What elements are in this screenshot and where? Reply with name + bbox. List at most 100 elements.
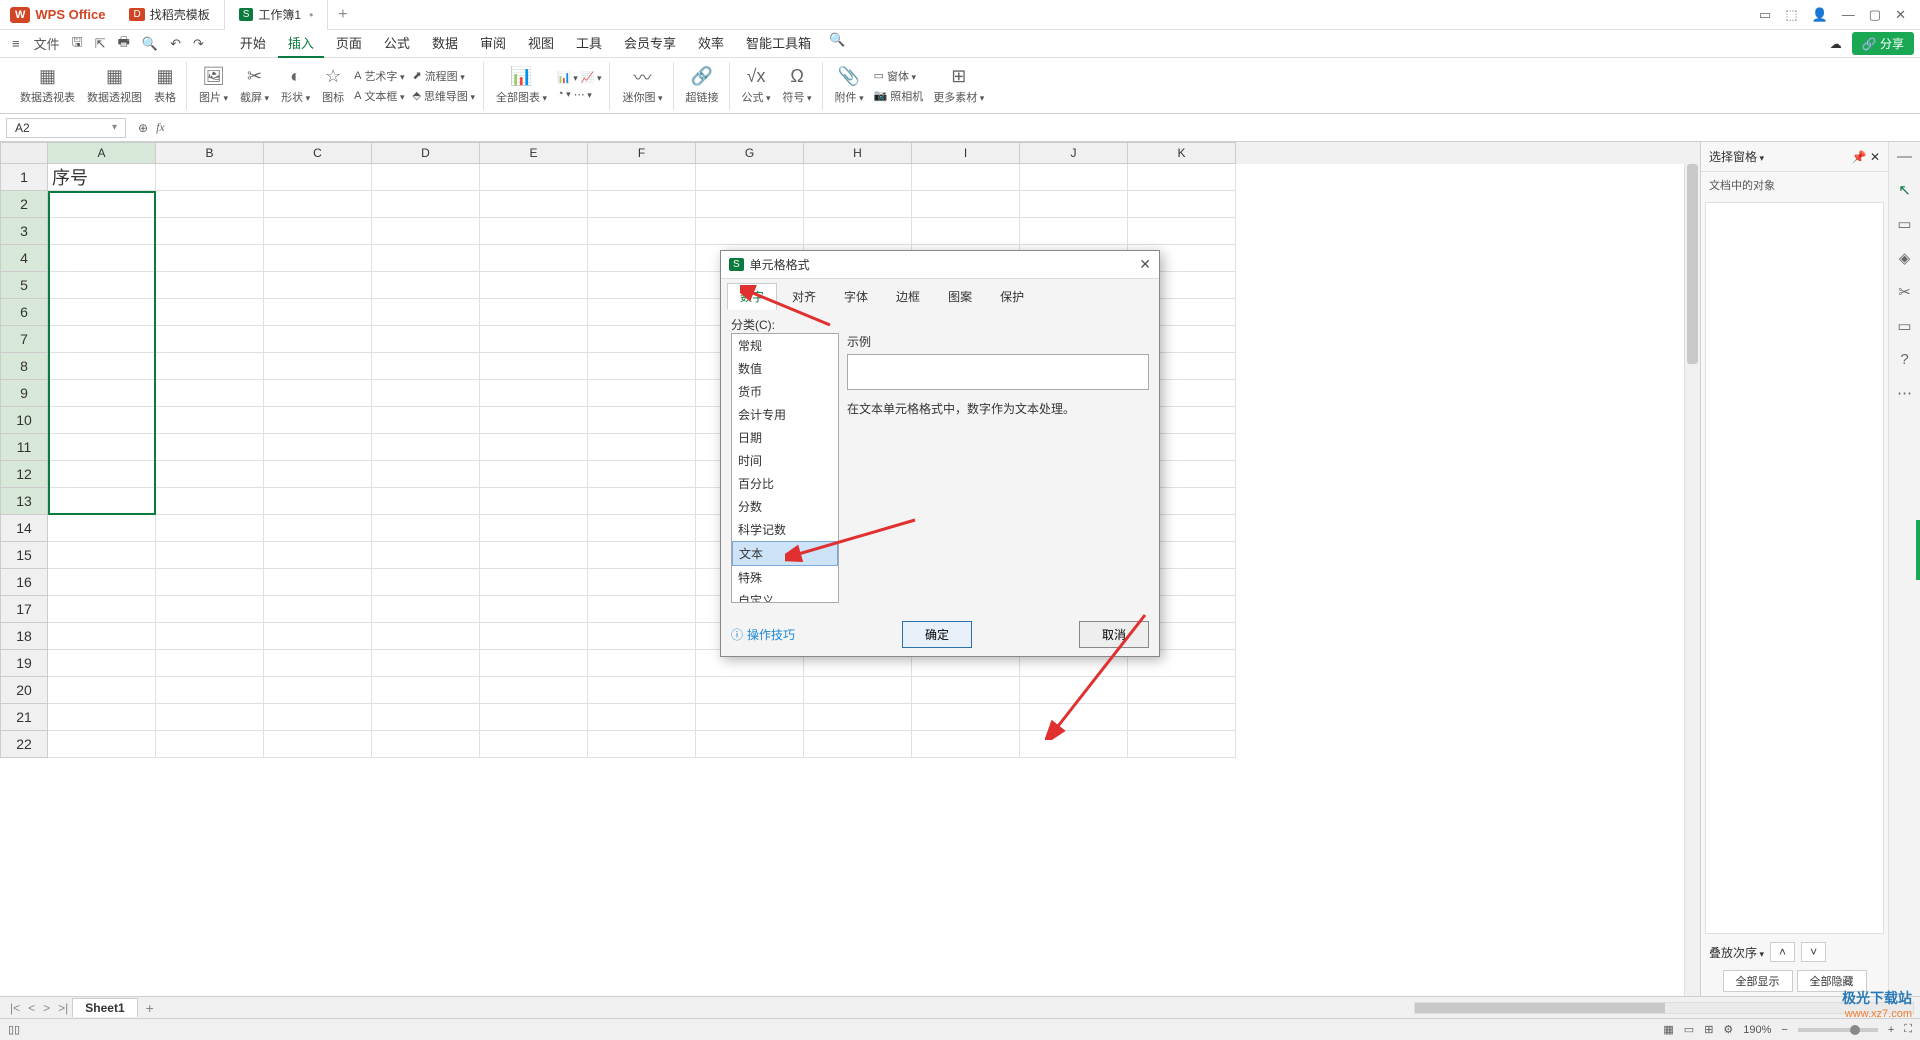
cell[interactable] <box>480 704 588 731</box>
panel-icon[interactable]: ▭ <box>1897 215 1911 233</box>
cell[interactable] <box>696 191 804 218</box>
cell[interactable] <box>480 164 588 191</box>
row-header[interactable]: 7 <box>0 326 48 353</box>
fx-label[interactable]: fx <box>156 120 165 135</box>
cell[interactable] <box>48 353 156 380</box>
cell[interactable] <box>1020 164 1128 191</box>
cell[interactable] <box>480 461 588 488</box>
cell[interactable] <box>372 542 480 569</box>
category-item[interactable]: 分数 <box>732 495 838 518</box>
dlg-tab-pattern[interactable]: 图案 <box>935 283 985 310</box>
cell[interactable] <box>264 461 372 488</box>
cell[interactable] <box>264 380 372 407</box>
category-item[interactable]: 时间 <box>732 449 838 472</box>
cell[interactable] <box>264 731 372 758</box>
cell[interactable] <box>48 677 156 704</box>
file-menu[interactable]: 文件 <box>28 31 66 56</box>
cell[interactable] <box>48 542 156 569</box>
row-header[interactable]: 19 <box>0 650 48 677</box>
cell[interactable] <box>588 515 696 542</box>
cell[interactable] <box>264 245 372 272</box>
prev-sheet-icon[interactable]: < <box>24 1001 39 1015</box>
cell[interactable] <box>480 650 588 677</box>
tab-formula[interactable]: 公式 <box>374 29 420 58</box>
cell[interactable] <box>480 407 588 434</box>
cell[interactable] <box>1020 731 1128 758</box>
cell[interactable] <box>156 380 264 407</box>
cell[interactable] <box>156 245 264 272</box>
hamburger-icon[interactable]: ≡ <box>6 33 26 54</box>
tab-data[interactable]: 数据 <box>422 29 468 58</box>
row-header[interactable]: 1 <box>0 164 48 191</box>
expand-icon[interactable]: ⊕ <box>138 121 148 135</box>
cell[interactable] <box>588 326 696 353</box>
row-header[interactable]: 3 <box>0 218 48 245</box>
cell[interactable] <box>588 677 696 704</box>
cell[interactable] <box>588 704 696 731</box>
cell[interactable] <box>156 218 264 245</box>
cell[interactable] <box>372 218 480 245</box>
cell[interactable] <box>912 218 1020 245</box>
cell[interactable] <box>1128 218 1236 245</box>
cell[interactable] <box>48 272 156 299</box>
cell[interactable] <box>1128 731 1236 758</box>
formula-button[interactable]: √x公式 <box>740 62 773 110</box>
tips-link[interactable]: 操作技巧 <box>731 626 795 643</box>
cell[interactable] <box>588 650 696 677</box>
category-item[interactable]: 日期 <box>732 426 838 449</box>
dlg-tab-number[interactable]: 数字 <box>727 283 777 310</box>
pin-icon[interactable]: 📌 <box>1852 150 1867 164</box>
vertical-scrollbar[interactable] <box>1684 164 1700 996</box>
row-header[interactable]: 16 <box>0 569 48 596</box>
dlg-tab-border[interactable]: 边框 <box>883 283 933 310</box>
cell[interactable] <box>264 299 372 326</box>
doc-tab-template[interactable]: 找稻壳模板 <box>115 0 224 30</box>
cell[interactable] <box>372 650 480 677</box>
category-item[interactable]: 文本 <box>732 541 838 566</box>
save-icon[interactable]: 🖫 <box>66 30 89 58</box>
cell[interactable] <box>480 569 588 596</box>
tab-insert[interactable]: 插入 <box>278 29 324 58</box>
pie-chart-icon[interactable]: ◔ <box>557 88 571 100</box>
cell[interactable] <box>372 677 480 704</box>
mindmap-button[interactable]: ⬘思维导图 <box>412 88 475 104</box>
zoom-out-icon[interactable]: − <box>1781 1024 1787 1036</box>
cell[interactable] <box>588 623 696 650</box>
col-header[interactable]: F <box>588 142 696 164</box>
cell[interactable] <box>156 353 264 380</box>
cell[interactable] <box>156 515 264 542</box>
cell[interactable] <box>156 650 264 677</box>
col-header[interactable]: J <box>1020 142 1128 164</box>
cell[interactable] <box>588 407 696 434</box>
cell[interactable] <box>156 461 264 488</box>
symbol-button[interactable]: Ω符号 <box>781 62 814 110</box>
redo-icon[interactable]: ↷ <box>187 33 210 55</box>
cell[interactable] <box>48 380 156 407</box>
cell[interactable] <box>912 704 1020 731</box>
tools-icon[interactable]: ✂ <box>1898 283 1911 301</box>
row-header[interactable]: 10 <box>0 407 48 434</box>
cell[interactable] <box>1020 191 1128 218</box>
cell[interactable] <box>264 272 372 299</box>
cell[interactable] <box>264 164 372 191</box>
cell[interactable] <box>264 326 372 353</box>
cell[interactable] <box>372 272 480 299</box>
horizontal-scrollbar[interactable] <box>1414 1002 1914 1014</box>
cell[interactable] <box>588 434 696 461</box>
cell[interactable] <box>480 731 588 758</box>
help-icon[interactable]: ? <box>1900 351 1908 368</box>
cell[interactable] <box>156 677 264 704</box>
category-item[interactable]: 特殊 <box>732 566 838 589</box>
cell[interactable] <box>48 326 156 353</box>
category-item[interactable]: 数值 <box>732 357 838 380</box>
cell[interactable] <box>156 542 264 569</box>
cell[interactable] <box>156 326 264 353</box>
more-chart-icon[interactable]: ⋯ <box>574 88 592 101</box>
pivot-chart-button[interactable]: ▦数据透视图 <box>85 62 144 110</box>
sparkline-button[interactable]: 〰迷你图 <box>620 62 664 110</box>
more-icon[interactable]: ⋯ <box>1897 384 1912 402</box>
cell[interactable] <box>372 164 480 191</box>
image-button[interactable]: 🖼图片 <box>197 62 230 110</box>
cell[interactable] <box>804 164 912 191</box>
screen-icon[interactable]: ▭ <box>1897 317 1911 335</box>
